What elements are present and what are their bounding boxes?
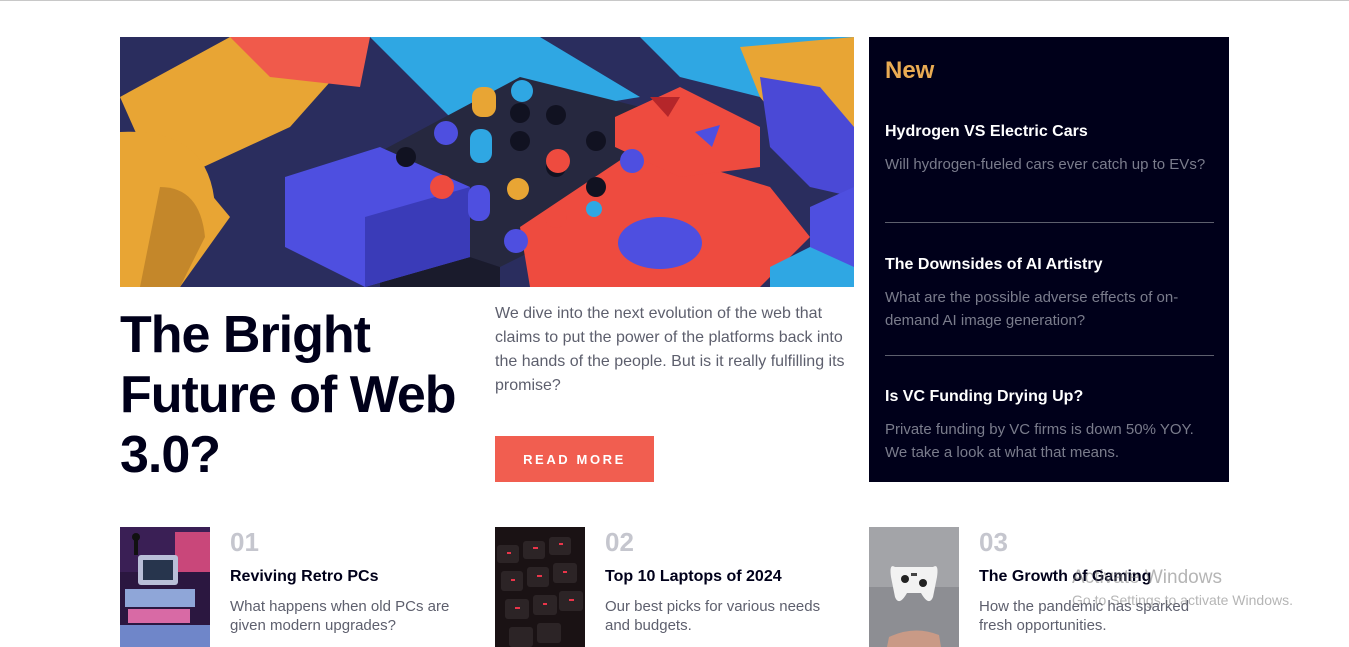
article-description: What happens when old PCs are given mode… (230, 598, 450, 634)
hero-description: We dive into the next evolution of the w… (495, 305, 845, 394)
article-title[interactable]: The Growth of Gaming (979, 567, 1151, 587)
new-article-item[interactable]: The Downsides of AI Artistry What are th… (885, 254, 1214, 332)
article-number: 02 (605, 527, 634, 557)
new-article-description: Private funding by VC firms is down 50% … (885, 421, 1194, 461)
new-panel-heading: New (885, 57, 935, 84)
new-article-title[interactable]: Is VC Funding Drying Up? (885, 386, 1214, 408)
header-divider (0, 0, 1349, 1)
hero-image[interactable] (120, 37, 854, 287)
new-article-item[interactable]: Is VC Funding Drying Up? Private funding… (885, 386, 1214, 464)
top-article-card[interactable]: 03 The Growth of Gaming How the pandemic… (869, 527, 1199, 647)
read-more-button[interactable]: READ MORE (495, 436, 654, 482)
new-article-description: Will hydrogen-fueled cars ever catch up … (885, 156, 1206, 173)
new-articles-panel: New Hydrogen VS Electric Cars Will hydro… (869, 37, 1229, 482)
hero-title[interactable]: The Bright Future of Web 3.0? (120, 305, 480, 485)
logo[interactable] (130, 0, 184, 2)
abstract-3d-blocks-image (120, 37, 854, 287)
article-title[interactable]: Reviving Retro PCs (230, 567, 378, 587)
top-article-card[interactable]: 02 Top 10 Laptops of 2024 Our best picks… (495, 527, 825, 647)
new-article-title[interactable]: The Downsides of AI Artistry (885, 254, 1214, 276)
new-article-item[interactable]: Hydrogen VS Electric Cars Will hydrogen-… (885, 121, 1214, 176)
top-article-card[interactable]: 01 Reviving Retro PCs What happens when … (120, 527, 450, 647)
new-panel-divider (885, 222, 1214, 223)
game-controller-image[interactable] (869, 527, 959, 647)
article-description: Our best picks for various needs and bud… (605, 598, 821, 634)
new-article-description: What are the possible adverse effects of… (885, 289, 1179, 329)
new-panel-divider (885, 355, 1214, 356)
article-description: How the pandemic has sparked fresh oppor… (979, 598, 1190, 634)
article-number: 03 (979, 527, 1008, 557)
article-title[interactable]: Top 10 Laptops of 2024 (605, 567, 782, 587)
retro-pc-image[interactable] (120, 527, 210, 647)
new-article-title[interactable]: Hydrogen VS Electric Cars (885, 121, 1214, 143)
article-number: 01 (230, 527, 259, 557)
laptop-keyboard-image[interactable] (495, 527, 585, 647)
